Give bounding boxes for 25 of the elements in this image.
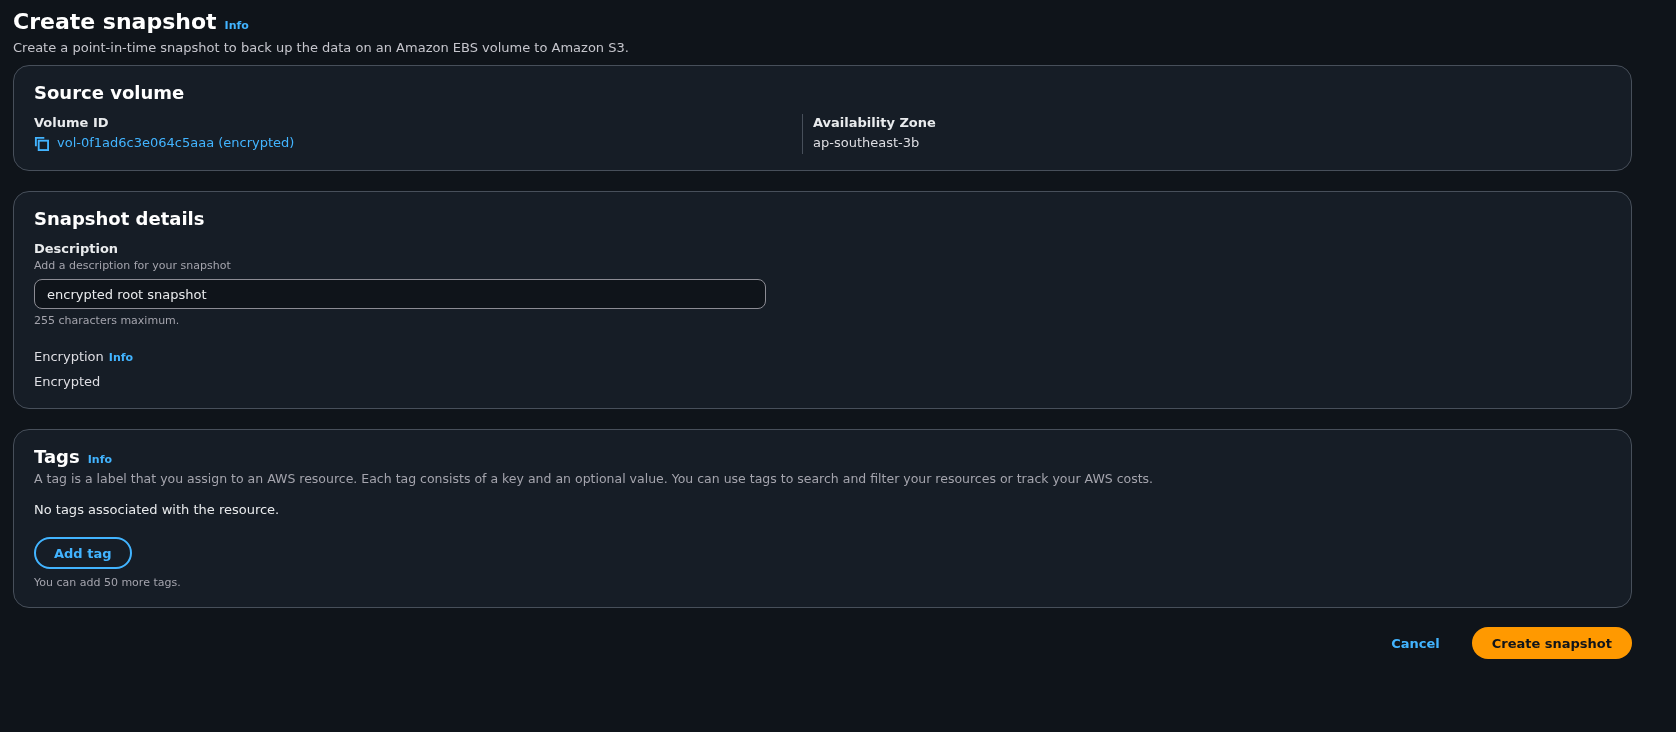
add-tag-button[interactable]: Add tag [34,537,132,569]
field-label: Volume ID [34,114,110,132]
section-description: A tag is a label that you assign to an AWS resource. Each tag consists of a key and an optional value. You can use tags to search and filter your resources or track your AWS costs. [34,470,1155,488]
section-heading: Tags [34,445,80,469]
field-constraint: 255 characters maximum. [34,313,181,329]
copy-icon[interactable] [34,135,49,151]
description-input[interactable]: encrypted root snapshot [34,279,766,309]
field-value: ap-southeast-3b [813,134,921,152]
info-link[interactable]: Info [87,453,112,466]
volume-link[interactable]: vol-0f1ad6c3e064c5aaa (encrypted) [57,134,295,152]
field-label: Availability Zone [813,114,937,132]
primary-button[interactable]: Create snapshot [1471,627,1632,659]
tag-limit: You can add 50 more tags. [34,575,182,591]
page-title: Create snapshot [13,8,217,36]
section-heading: Source volume [34,81,186,105]
cancel-button[interactable]: Cancel [1379,629,1452,657]
empty-message: No tags associated with the resource. [34,501,281,519]
field-label: Description [34,240,120,258]
field-value: Encrypted [34,373,102,391]
field-label: Encryption [34,348,104,366]
info-link[interactable]: Info [224,19,249,32]
page-description: Create a point-in-time snapshot to back up the data on an Amazon EBS volume to Amazon S3. [13,39,630,57]
info-link[interactable]: Info [108,348,134,368]
field-hint: Add a description for your snapshot [34,258,232,274]
section-heading: Snapshot details [34,207,206,231]
